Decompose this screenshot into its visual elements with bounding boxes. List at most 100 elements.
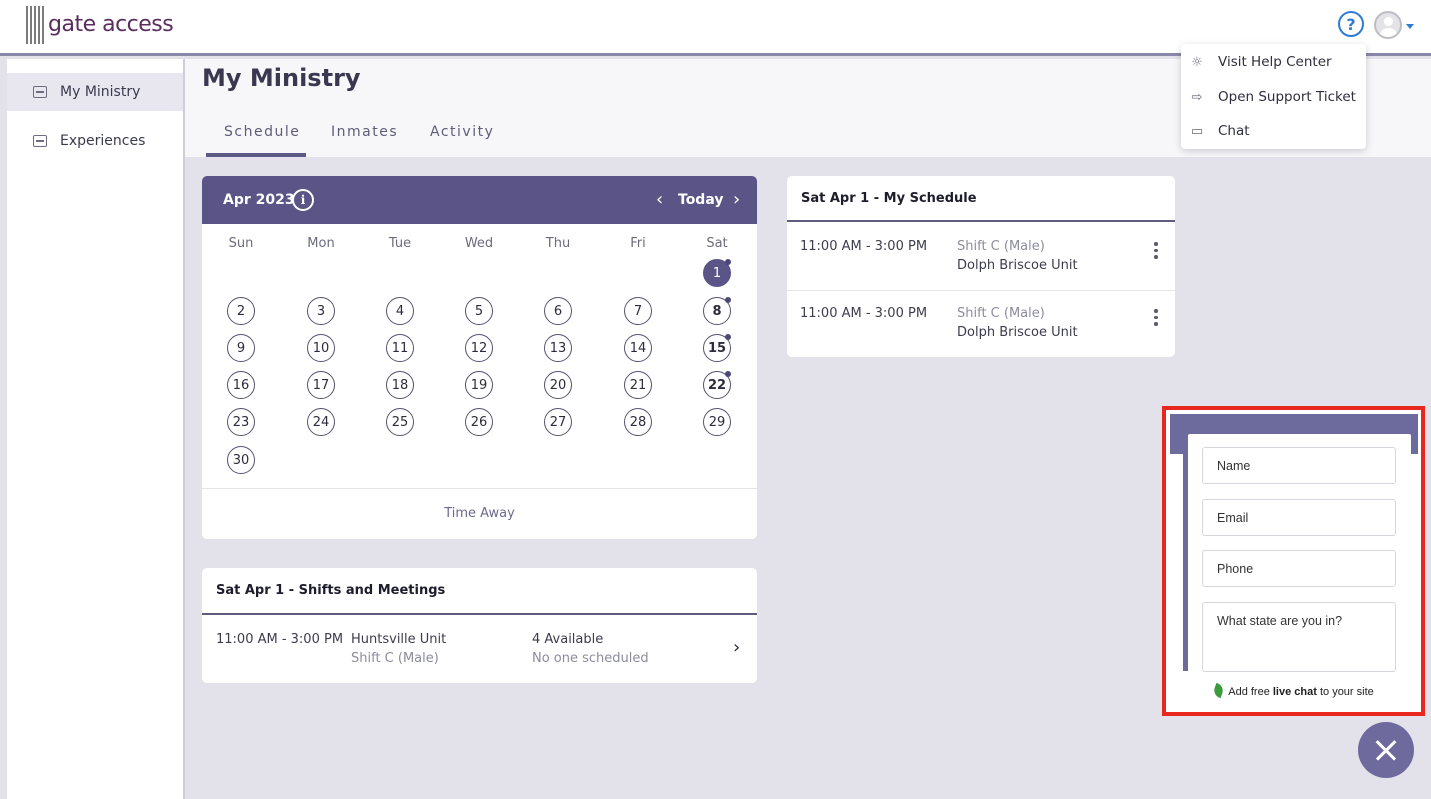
avatar-icon — [1374, 11, 1402, 39]
calendar-day-20[interactable]: 20 — [544, 371, 572, 399]
weekday-label: Sat — [706, 236, 728, 251]
shift-name: Shift C (Male) — [351, 651, 439, 666]
today-button[interactable]: Today — [678, 192, 723, 208]
weekday-label: Thu — [545, 236, 571, 251]
event-indicator-dot — [725, 371, 731, 377]
sidebar-item-my-ministry[interactable]: My Ministry — [7, 73, 183, 111]
page-title: My Ministry — [202, 64, 361, 92]
help-icon[interactable]: ? — [1338, 11, 1364, 37]
divider — [787, 220, 1175, 222]
weekday-label: Fri — [630, 236, 646, 251]
calendar-day-16[interactable]: 16 — [227, 371, 255, 399]
help-dropdown-menu: ☼ Visit Help Center ⇨ Open Support Ticke… — [1181, 44, 1366, 149]
calendar-day-6[interactable]: 6 — [544, 297, 572, 325]
schedule-shift: Shift C (Male) — [957, 306, 1045, 321]
tab-schedule[interactable]: Schedule — [224, 124, 300, 140]
calendar-day-27[interactable]: 27 — [544, 408, 572, 436]
schedule-unit: Dolph Briscoe Unit — [957, 258, 1078, 273]
gate-access-logo[interactable]: gate access — [26, 6, 174, 44]
calendar-month-label: Apr 2023 — [223, 192, 295, 208]
chevron-down-icon — [1406, 24, 1414, 29]
shift-time: 11:00 AM - 3:00 PM — [216, 632, 344, 647]
leaf-icon — [1212, 682, 1226, 699]
menu-item-label: Chat — [1218, 123, 1250, 139]
weekday-label: Mon — [307, 236, 335, 251]
footer-bold: live chat — [1272, 686, 1317, 698]
calendar-day-17[interactable]: 17 — [307, 371, 335, 399]
logo-text: gate access — [48, 12, 174, 37]
schedule-time: 11:00 AM - 3:00 PM — [800, 239, 928, 254]
calendar-day-12[interactable]: 12 — [465, 334, 493, 362]
calendar-day-25[interactable]: 25 — [386, 408, 414, 436]
info-icon[interactable]: i — [292, 189, 314, 211]
chevron-right-icon[interactable]: › — [733, 637, 740, 658]
chat-email-field[interactable]: Email — [1202, 499, 1396, 536]
menu-item-visit-help-center[interactable]: ☼ Visit Help Center — [1181, 47, 1366, 77]
calendar-day-24[interactable]: 24 — [307, 408, 335, 436]
divider — [787, 290, 1175, 291]
chat-state-field[interactable]: What state are you in? — [1202, 602, 1396, 672]
calendar-day-21[interactable]: 21 — [624, 371, 652, 399]
chat-name-field[interactable]: Name — [1202, 447, 1396, 484]
footer-prefix: Add free — [1228, 686, 1273, 698]
event-indicator-dot — [725, 297, 731, 303]
calendar-day-2[interactable]: 2 — [227, 297, 255, 325]
shift-scheduled: No one scheduled — [532, 651, 649, 666]
chevron-right-icon[interactable]: › — [733, 189, 740, 210]
time-away-link[interactable]: Time Away — [202, 506, 757, 521]
calendar-day-5[interactable]: 5 — [465, 297, 493, 325]
chevron-left-icon[interactable]: ‹ — [656, 189, 663, 210]
event-indicator-dot — [725, 259, 731, 265]
footer-suffix: to your site — [1316, 686, 1374, 698]
chat-icon: ▭ — [1190, 123, 1204, 139]
newspaper-icon — [33, 135, 47, 147]
menu-item-label: Open Support Ticket — [1218, 89, 1356, 105]
schedule-unit: Dolph Briscoe Unit — [957, 325, 1078, 340]
weekday-label: Wed — [464, 236, 494, 251]
calendar-day-28[interactable]: 28 — [624, 408, 652, 436]
calendar-day-19[interactable]: 19 — [465, 371, 493, 399]
user-menu-button[interactable] — [1374, 11, 1418, 41]
sidebar-item-experiences[interactable]: Experiences — [7, 122, 183, 160]
calendar-day-18[interactable]: 18 — [386, 371, 414, 399]
shift-available: 4 Available — [532, 632, 604, 647]
calendar-day-23[interactable]: 23 — [227, 408, 255, 436]
tab-activity[interactable]: Activity — [430, 124, 494, 140]
sidebar-item-label: Experiences — [60, 133, 146, 149]
calendar-day-4[interactable]: 4 — [386, 297, 414, 325]
sidebar-item-label: My Ministry — [60, 84, 141, 100]
sidebar-gutter — [0, 59, 7, 799]
calendar-day-9[interactable]: 9 — [227, 334, 255, 362]
event-indicator-dot — [725, 334, 731, 340]
lightbulb-icon: ☼ — [1191, 54, 1203, 70]
ticket-icon: ⇨ — [1191, 89, 1203, 105]
sidebar — [0, 59, 185, 799]
calendar-day-29[interactable]: 29 — [703, 408, 731, 436]
calendar-day-10[interactable]: 10 — [307, 334, 335, 362]
chat-phone-field[interactable]: Phone — [1202, 550, 1396, 587]
schedule-time: 11:00 AM - 3:00 PM — [800, 306, 928, 321]
chat-widget-footer-link[interactable]: Add free live chat to your site — [1170, 682, 1418, 699]
weekday-label: Sun — [228, 236, 254, 251]
calendar-day-13[interactable]: 13 — [544, 334, 572, 362]
calendar-day-26[interactable]: 26 — [465, 408, 493, 436]
calendar-day-30[interactable]: 30 — [227, 446, 255, 474]
more-options-icon[interactable] — [1154, 242, 1158, 262]
menu-item-chat[interactable]: ▭ Chat — [1181, 116, 1366, 146]
shift-unit: Huntsville Unit — [351, 632, 447, 647]
weekday-label: Tue — [388, 236, 412, 251]
calendar-day-11[interactable]: 11 — [386, 334, 414, 362]
menu-item-open-support-ticket[interactable]: ⇨ Open Support Ticket — [1181, 82, 1366, 112]
divider — [202, 613, 757, 615]
close-chat-button[interactable] — [1358, 722, 1414, 778]
tab-inmates[interactable]: Inmates — [331, 124, 398, 140]
more-options-icon[interactable] — [1154, 309, 1158, 329]
active-tab-indicator — [206, 153, 306, 157]
menu-item-label: Visit Help Center — [1218, 54, 1332, 70]
calendar-day-7[interactable]: 7 — [624, 297, 652, 325]
calendar-header: Apr 2023 i ‹ Today › — [202, 176, 757, 224]
logo-bars-icon — [26, 6, 44, 44]
calendar-day-3[interactable]: 3 — [307, 297, 335, 325]
shifts-card-title: Sat Apr 1 - Shifts and Meetings — [216, 583, 446, 598]
calendar-day-14[interactable]: 14 — [624, 334, 652, 362]
